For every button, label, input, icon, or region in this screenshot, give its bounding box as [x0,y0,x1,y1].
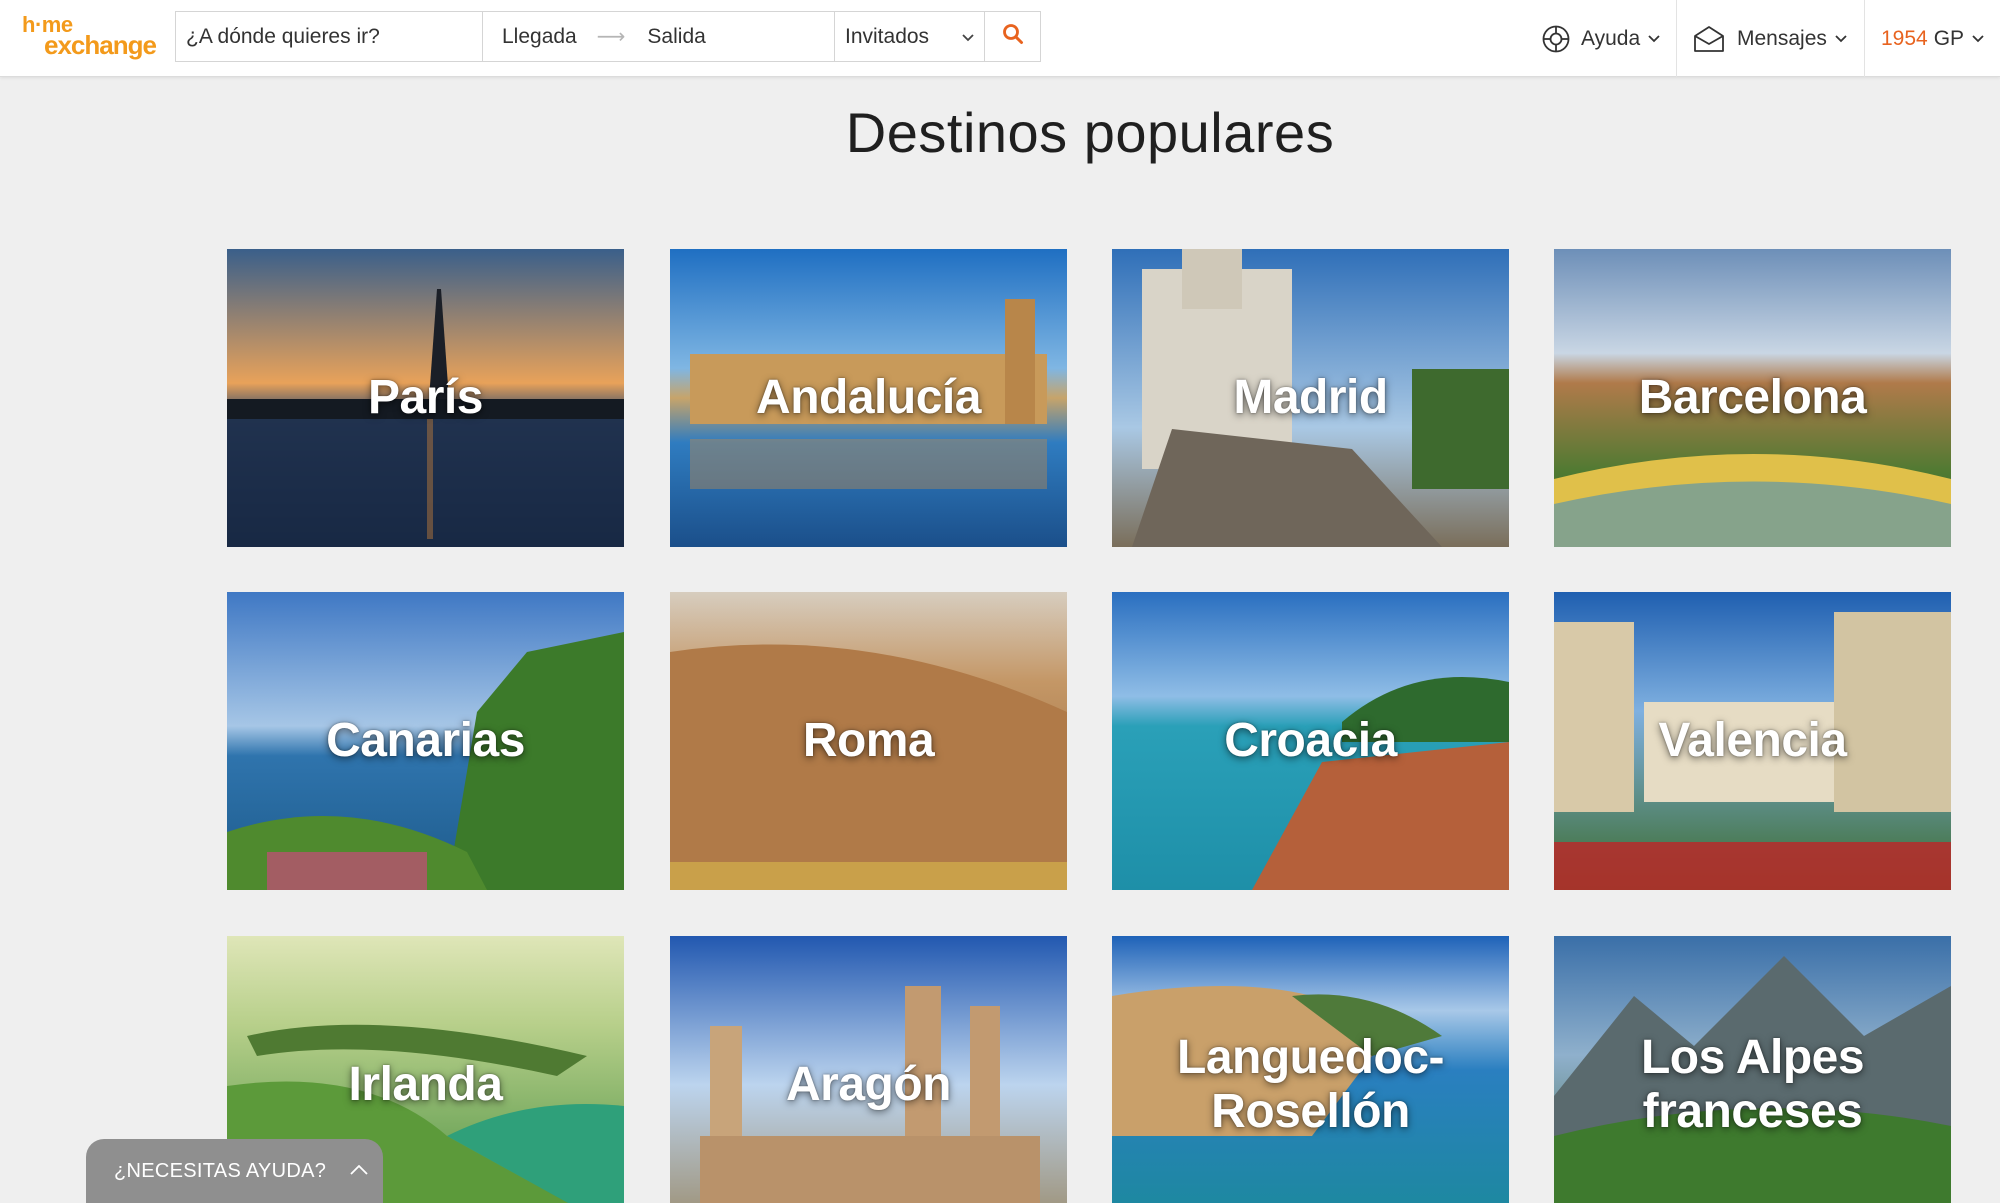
destination-label: Andalucía [756,371,981,425]
destination-card-canarias[interactable]: Canarias [227,592,624,890]
help-label: Ayuda [1581,26,1641,50]
destination-card-madrid[interactable]: Madrid [1112,249,1509,547]
messages-label: Mensajes [1737,26,1827,50]
guest-points-menu[interactable]: 1954 GP [1881,0,1984,77]
date-range-picker[interactable]: Llegada ⟶ Salida [483,12,835,61]
destination-label: Los Alpes franceses [1640,1031,1865,1138]
destination-label: Irlanda [348,1058,503,1112]
destination-label: Valencia [1658,714,1847,768]
help-chat-widget[interactable]: ¿NECESITAS AYUDA? [86,1139,383,1203]
destination-label: Croacia [1224,714,1397,768]
destination-label: Roma [802,714,935,768]
destination-label: París [368,371,483,425]
destination-card-roma[interactable]: Roma [670,592,1067,890]
departure-date-field[interactable]: Salida [647,25,705,49]
messages-menu[interactable]: Mensajes [1693,0,1847,77]
destination-card-paris[interactable]: París [227,249,624,547]
destination-placeholder: ¿A dónde quieres ir? [186,24,380,48]
top-navigation-bar: h·me exchange ¿A dónde quieres ir? Llega… [0,0,2000,77]
guests-select[interactable]: Invitados [835,12,985,61]
destination-label: Madrid [1233,371,1388,425]
chevron-down-icon [1648,31,1660,46]
destination-label: Canarias [326,714,525,768]
page-title: Destinos populares [845,101,1335,164]
homeexchange-logo[interactable]: h·me exchange [22,14,162,64]
destination-card-languedoc-rosellon[interactable]: Languedoc-Rosellón [1112,936,1509,1203]
help-widget-label: ¿NECESITAS AYUDA? [114,1159,327,1182]
nav-divider [1676,0,1677,77]
destination-card-barcelona[interactable]: Barcelona [1554,249,1951,547]
destination-card-andalucia[interactable]: Andalucía [670,249,1067,547]
chevron-down-icon [1972,31,1984,46]
envelope-icon [1693,25,1725,53]
chevron-down-icon [962,29,974,45]
arrival-date-field[interactable]: Llegada [502,25,577,49]
destination-label: Languedoc-Rosellón [1177,1031,1445,1138]
arrow-right-icon: ⟶ [596,26,626,48]
destination-label: Barcelona [1638,371,1867,425]
guest-points-unit: GP [1933,26,1965,50]
destination-label: Aragón [786,1058,952,1112]
search-button[interactable] [985,12,1040,61]
destination-card-valencia[interactable]: Valencia [1554,592,1951,890]
guests-label: Invitados [845,24,930,48]
chevron-down-icon [1835,31,1847,46]
guest-points-value: 1954 [1881,26,1928,50]
destination-card-alpes-franceses[interactable]: Los Alpes franceses [1554,936,1951,1203]
search-bar: ¿A dónde quieres ir? Llegada ⟶ Salida In… [175,11,1041,62]
search-icon [1002,23,1024,51]
lifebuoy-icon [1541,24,1571,54]
chevron-up-icon [350,1162,368,1180]
destination-input[interactable]: ¿A dónde quieres ir? [176,12,483,61]
destination-card-aragon[interactable]: Aragón [670,936,1067,1203]
destination-card-croacia[interactable]: Croacia [1112,592,1509,890]
help-menu[interactable]: Ayuda [1541,0,1660,77]
nav-divider [1864,0,1865,77]
